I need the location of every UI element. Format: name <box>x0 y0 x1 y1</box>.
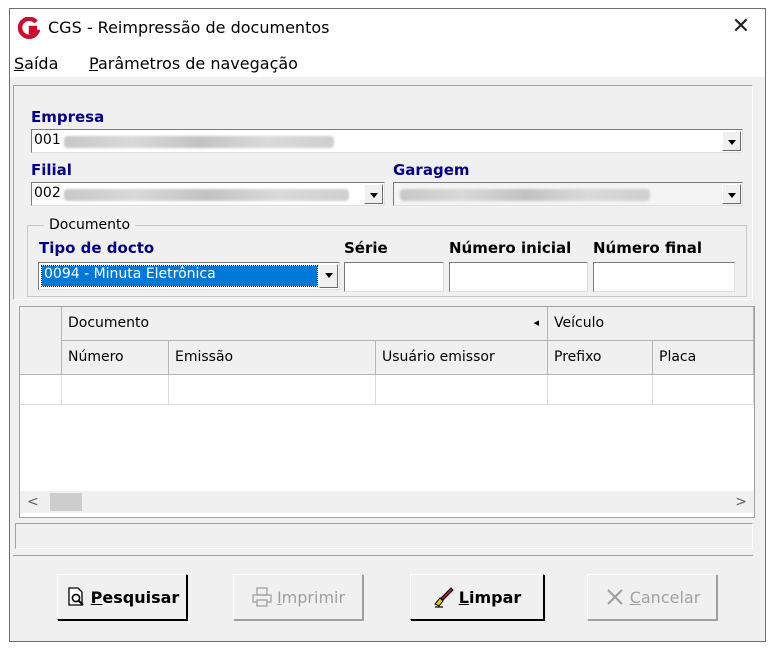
grid-indicator-header <box>20 307 62 375</box>
garagem-label: Garagem <box>393 161 470 179</box>
collapse-left-icon[interactable]: ◂ <box>533 307 539 339</box>
window-title: CGS - Reimpressão de documentos <box>48 18 330 37</box>
pesquisar-button[interactable]: Pesquisar <box>57 574 187 620</box>
pesquisar-label: esquisar <box>102 587 180 607</box>
serie-label: Série <box>344 239 388 257</box>
numero-final-input[interactable] <box>593 262 735 292</box>
col-usuario-emissor[interactable]: Usuário emissor <box>376 341 548 375</box>
cancelar-label: ancelar <box>640 587 701 607</box>
filial-label: Filial <box>31 161 72 179</box>
col-numero[interactable]: Número <box>62 341 169 375</box>
filial-value: 002 <box>34 185 61 201</box>
title-bar: CGS - Reimpressão de documentos ✕ <box>10 9 765 47</box>
numero-inicial-label: Número inicial <box>449 239 572 257</box>
cgs-logo-icon <box>18 17 40 39</box>
band-documento-label: Documento <box>68 315 150 331</box>
limpar-label: impar <box>468 587 522 607</box>
printer-icon <box>252 587 272 607</box>
tipo-docto-combo[interactable]: 0094 - Minuta Eletrônica <box>38 262 340 290</box>
cancelar-button[interactable]: Cancelar <box>587 574 717 620</box>
imprimir-label: mprimir <box>281 587 346 607</box>
filial-name-redacted <box>64 189 349 201</box>
menu-saida-label: aída <box>24 54 59 73</box>
chevron-down-icon[interactable] <box>319 264 338 288</box>
empresa-label: Empresa <box>31 108 105 126</box>
pesquisar-mnemonic: P <box>90 587 103 607</box>
tipo-docto-value: 0094 - Minuta Eletrônica <box>41 265 318 287</box>
empresa-combo[interactable]: 001 <box>31 129 743 153</box>
cancel-x-icon <box>606 589 623 605</box>
numero-final-label: Número final <box>593 239 703 257</box>
horizontal-scrollbar[interactable]: < > <box>20 491 754 513</box>
menu-saida[interactable]: Saída <box>14 54 58 73</box>
chevron-down-icon[interactable] <box>364 184 383 204</box>
grid-band-documento[interactable]: Documento ◂ <box>62 307 548 341</box>
chevron-down-icon[interactable] <box>722 184 741 204</box>
close-icon[interactable]: ✕ <box>728 14 754 40</box>
col-prefixo[interactable]: Prefixo <box>548 341 653 375</box>
menu-parametros-label: arâmetros de navegação <box>97 54 298 73</box>
col-placa[interactable]: Placa <box>653 341 754 375</box>
numero-inicial-input[interactable] <box>449 262 588 292</box>
eraser-icon <box>433 587 454 608</box>
results-grid[interactable]: Documento ◂ Veículo Número Emissão Usuár… <box>19 306 755 518</box>
table-cell[interactable] <box>169 375 376 405</box>
col-emissao[interactable]: Emissão <box>169 341 376 375</box>
table-cell[interactable] <box>62 375 169 405</box>
status-bar <box>15 523 753 549</box>
garagem-name-redacted <box>400 189 650 201</box>
menu-parametros-mnemonic: P <box>89 54 98 73</box>
limpar-button[interactable]: Limpar <box>410 574 544 620</box>
filial-combo[interactable]: 002 <box>31 182 385 206</box>
empresa-value: 001 <box>34 132 61 148</box>
imprimir-button[interactable]: Imprimir <box>233 574 363 620</box>
chevron-down-icon[interactable] <box>722 131 741 151</box>
scrollbar-thumb[interactable] <box>50 493 82 511</box>
menu-saida-mnemonic: S <box>14 54 25 73</box>
menu-bar: Saída Parâmetros de navegação <box>10 47 765 77</box>
search-document-icon <box>68 587 84 606</box>
scroll-left-icon[interactable]: < <box>27 491 39 513</box>
serie-input[interactable] <box>344 262 444 292</box>
table-cell[interactable] <box>653 375 754 405</box>
tipo-docto-label: Tipo de docto <box>39 239 155 257</box>
table-row-indicator[interactable] <box>20 375 62 405</box>
table-cell[interactable] <box>548 375 653 405</box>
cancelar-mnemonic: C <box>629 587 641 607</box>
menu-parametros-navegacao[interactable]: Parâmetros de navegação <box>89 54 298 73</box>
empresa-name-redacted <box>64 136 334 148</box>
scroll-right-icon[interactable]: > <box>735 491 747 513</box>
limpar-mnemonic: L <box>458 587 469 607</box>
table-cell[interactable] <box>376 375 548 405</box>
documento-group-title: Documento <box>44 217 136 233</box>
garagem-combo[interactable] <box>393 182 743 206</box>
grid-band-veiculo[interactable]: Veículo <box>548 307 754 341</box>
